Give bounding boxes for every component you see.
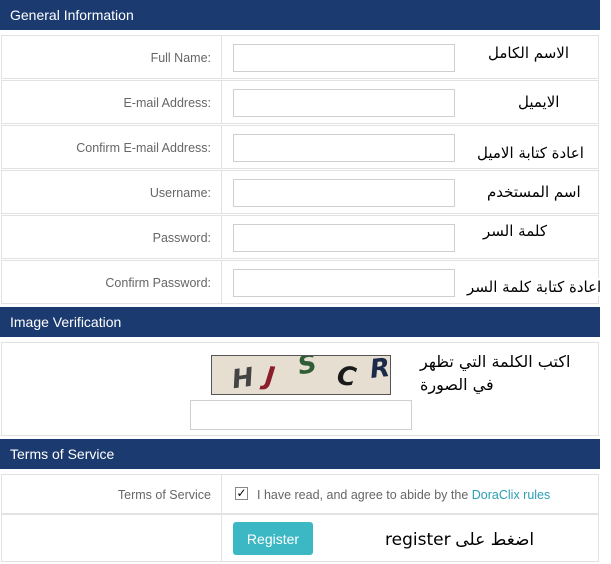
captcha-arabic-hint-line1: اكتب الكلمة التي تظهر xyxy=(420,352,571,371)
register-hint: register اضغط على xyxy=(385,530,534,550)
register-hint-arabic: اضغط على xyxy=(455,530,535,550)
confirm-password-arabic-hint: اعادة كتابة كلمة السر xyxy=(464,278,605,296)
captcha-input[interactable] xyxy=(190,400,412,430)
register-hint-english: register xyxy=(385,530,451,550)
password-arabic-hint: كلمة السر xyxy=(480,222,550,240)
username-label: Username: xyxy=(2,171,222,213)
section-header-verification: Image Verification xyxy=(0,307,600,337)
email-arabic-hint: الايميل xyxy=(518,93,560,111)
password-input[interactable] xyxy=(233,224,455,252)
rules-link[interactable]: DoraClix rules xyxy=(472,488,551,502)
terms-row: Terms of Service ✓ I have read, and agre… xyxy=(1,474,599,514)
agree-statement: I have read, and agree to abide by the xyxy=(257,488,469,502)
register-button[interactable]: Register xyxy=(233,522,313,555)
confirm-email-input[interactable] xyxy=(233,134,455,162)
password-label: Password: xyxy=(2,216,222,258)
terms-agree-text: I have read, and agree to abide by the D… xyxy=(257,475,550,515)
captcha-letter: H xyxy=(230,362,256,395)
captcha-arabic-hint-line2: في الصورة xyxy=(420,375,494,394)
section-header-terms: Terms of Service xyxy=(0,439,600,469)
username-input[interactable] xyxy=(233,179,455,207)
register-label-cell xyxy=(2,515,222,561)
form-row-email: E-mail Address: xyxy=(1,80,599,124)
email-input[interactable] xyxy=(233,89,455,117)
confirm-password-input[interactable] xyxy=(233,269,455,297)
section-header-general: General Information xyxy=(0,0,600,30)
confirm-email-arabic-hint: اعادة كتابة الاميل xyxy=(474,144,587,162)
full-name-input[interactable] xyxy=(233,44,455,72)
full-name-label: Full Name: xyxy=(2,36,222,78)
terms-label: Terms of Service xyxy=(2,475,222,513)
full-name-arabic-hint: الاسم الكامل xyxy=(488,44,570,62)
captcha-image: H J S C R xyxy=(211,355,391,395)
confirm-email-label: Confirm E-mail Address: xyxy=(2,126,222,168)
agree-checkbox[interactable]: ✓ xyxy=(235,487,248,500)
username-arabic-hint: اسم المستخدم xyxy=(484,183,584,201)
confirm-password-label: Confirm Password: xyxy=(2,261,222,303)
captcha-letter: S xyxy=(295,355,320,382)
captcha-letter: R xyxy=(368,355,391,385)
captcha-letter: C xyxy=(335,360,359,394)
email-label: E-mail Address: xyxy=(2,81,222,123)
captcha-letter: J xyxy=(263,361,277,393)
